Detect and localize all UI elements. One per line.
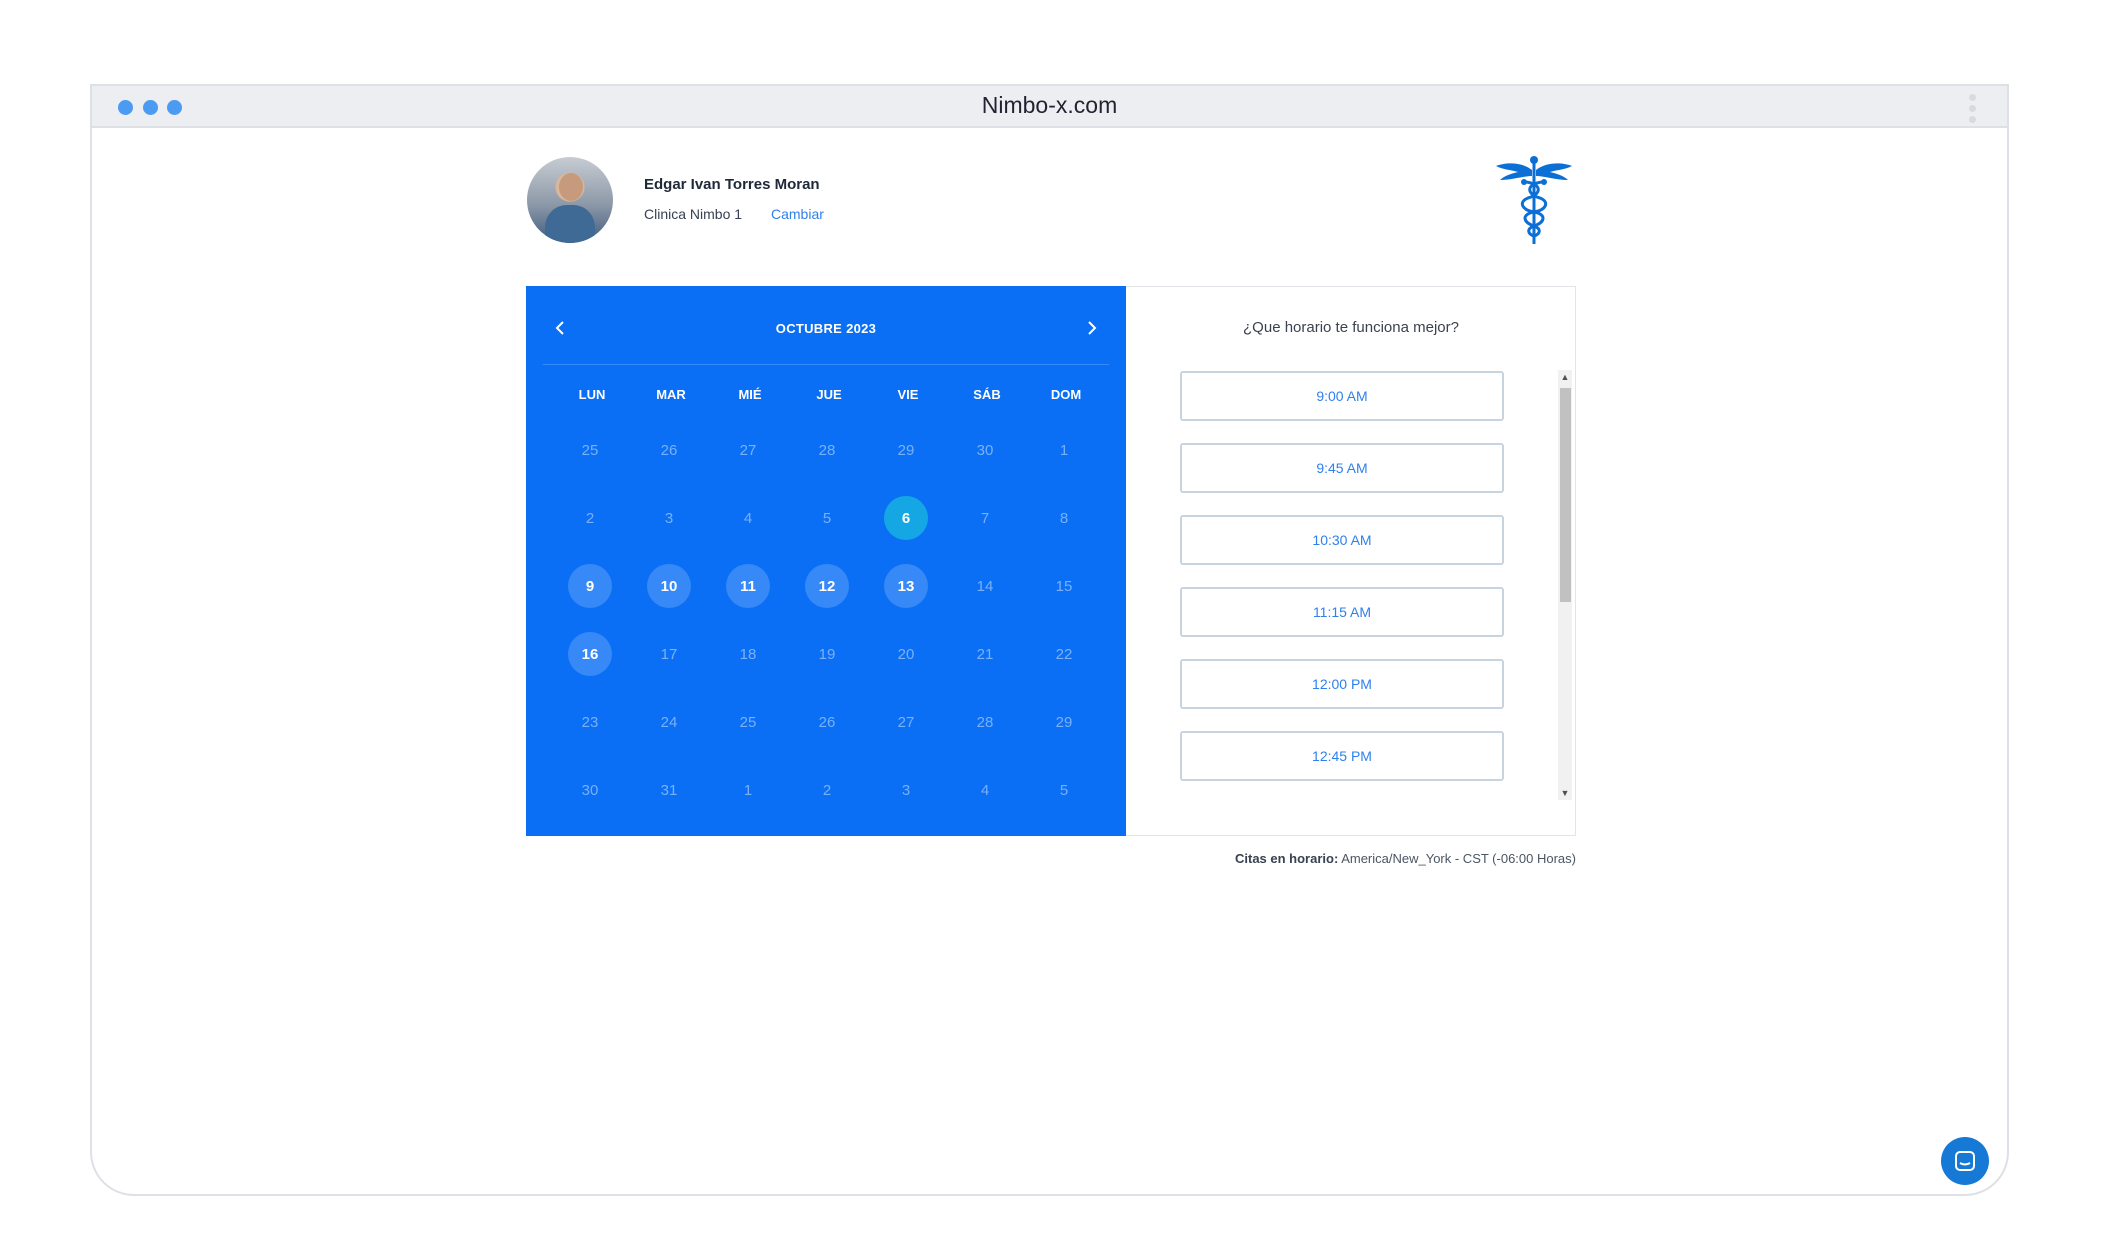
calendar-day-unavailable: 25 xyxy=(739,713,757,731)
scroll-down-arrow[interactable]: ▼ xyxy=(1558,786,1572,800)
calendar-day-unavailable: 31 xyxy=(660,781,678,799)
calendar-day-unavailable: 15 xyxy=(1055,577,1073,595)
month-label: OCTUBRE 2023 xyxy=(775,321,877,336)
calendar-day-unavailable: 22 xyxy=(1055,645,1073,663)
caduceus-icon xyxy=(1496,156,1572,244)
calendar-day-available[interactable]: 11 xyxy=(726,564,770,608)
calendar-panel xyxy=(526,286,1126,836)
calendar-day-unavailable: 1 xyxy=(743,781,753,799)
weekday-label: VIE xyxy=(897,387,919,402)
chat-icon xyxy=(1955,1151,1975,1171)
next-month-button[interactable] xyxy=(1081,318,1101,338)
calendar-day-unavailable: 27 xyxy=(897,713,915,731)
calendar-day-selected[interactable]: 6 xyxy=(884,496,928,540)
calendar-day-unavailable: 28 xyxy=(818,441,836,459)
time-slot-button[interactable]: 9:00 AM xyxy=(1180,371,1504,421)
calendar-day-unavailable: 5 xyxy=(822,509,832,527)
scrollbar-thumb[interactable] xyxy=(1560,388,1571,602)
calendar-day-unavailable: 29 xyxy=(897,441,915,459)
calendar-day-unavailable: 4 xyxy=(980,781,990,799)
calendar-day-unavailable: 3 xyxy=(664,509,674,527)
calendar-day-unavailable: 19 xyxy=(818,645,836,663)
calendar-day-unavailable: 25 xyxy=(581,441,599,459)
calendar-day-unavailable: 17 xyxy=(660,645,678,663)
time-slot-button[interactable]: 12:45 PM xyxy=(1180,731,1504,781)
calendar-day-unavailable: 4 xyxy=(743,509,753,527)
calendar-day-available[interactable]: 12 xyxy=(805,564,849,608)
chat-button[interactable] xyxy=(1941,1137,1989,1185)
weekday-label: MIÉ xyxy=(738,387,762,402)
time-slot-button[interactable]: 9:45 AM xyxy=(1180,443,1504,493)
calendar-day-unavailable: 27 xyxy=(739,441,757,459)
calendar-day-available[interactable]: 16 xyxy=(568,632,612,676)
calendar-day-unavailable: 24 xyxy=(660,713,678,731)
calendar-day-unavailable: 3 xyxy=(901,781,911,799)
calendar-day-unavailable: 21 xyxy=(976,645,994,663)
doctor-name: Edgar Ivan Torres Moran xyxy=(644,176,820,193)
browser-titlebar: Nimbo-x.com xyxy=(92,86,2007,128)
calendar-day-unavailable: 28 xyxy=(976,713,994,731)
calendar-day-available[interactable]: 13 xyxy=(884,564,928,608)
calendar-day-unavailable: 26 xyxy=(660,441,678,459)
weekday-label: SÁB xyxy=(973,387,1001,402)
timezone-note: Citas en horario: America/New_York - CST… xyxy=(1235,851,1576,866)
calendar-day-unavailable: 23 xyxy=(581,713,599,731)
time-slot-button[interactable]: 11:15 AM xyxy=(1180,587,1504,637)
calendar-day-unavailable: 18 xyxy=(739,645,757,663)
calendar-day-unavailable: 30 xyxy=(581,781,599,799)
weekday-label: DOM xyxy=(1050,387,1082,402)
calendar-day-unavailable: 5 xyxy=(1059,781,1069,799)
slots-title: ¿Que horario te funciona mejor? xyxy=(1243,319,1459,336)
calendar-day-available[interactable]: 10 xyxy=(647,564,691,608)
calendar-day-unavailable: 20 xyxy=(897,645,915,663)
calendar-divider xyxy=(543,364,1109,365)
calendar-day-unavailable: 8 xyxy=(1059,509,1069,527)
calendar-day-unavailable: 2 xyxy=(585,509,595,527)
calendar-day-unavailable: 7 xyxy=(980,509,990,527)
clinic-name: Clinica Nimbo 1 xyxy=(644,206,743,222)
calendar-day-available[interactable]: 9 xyxy=(568,564,612,608)
weekday-label: LUN xyxy=(578,387,606,402)
calendar-day-unavailable: 14 xyxy=(976,577,994,595)
time-slot-button[interactable]: 12:00 PM xyxy=(1180,659,1504,709)
timezone-value: America/New_York - CST (-06:00 Horas) xyxy=(1341,851,1576,866)
calendar-day-unavailable: 29 xyxy=(1055,713,1073,731)
chevron-right-icon xyxy=(1088,321,1097,335)
doctor-avatar xyxy=(527,157,613,243)
weekday-label: JUE xyxy=(816,387,842,402)
calendar-day-unavailable: 1 xyxy=(1059,441,1069,459)
browser-url: Nimbo-x.com xyxy=(981,92,1118,118)
browser-menu-icon[interactable] xyxy=(1969,94,1977,123)
calendar-day-unavailable: 26 xyxy=(818,713,836,731)
calendar-day-unavailable: 2 xyxy=(822,781,832,799)
timezone-label: Citas en horario: xyxy=(1234,851,1339,866)
calendar-day-unavailable: 30 xyxy=(976,441,994,459)
time-slot-button[interactable]: 10:30 AM xyxy=(1180,515,1504,565)
change-clinic-link[interactable]: Cambiar xyxy=(771,206,824,222)
scroll-up-arrow[interactable]: ▲ xyxy=(1558,370,1572,384)
weekday-label: MAR xyxy=(656,387,686,402)
